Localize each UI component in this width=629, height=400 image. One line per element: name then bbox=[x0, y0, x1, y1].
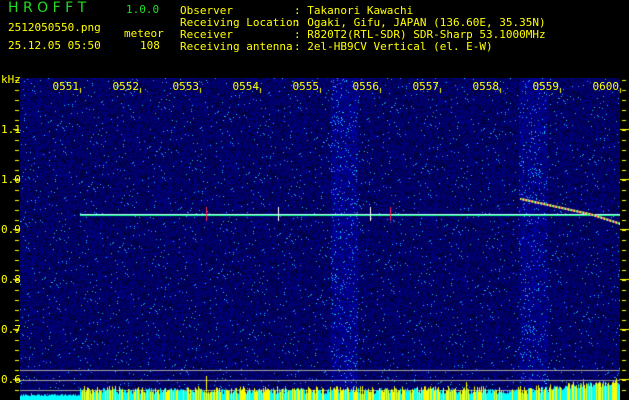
app-title: H R O F F T bbox=[8, 0, 87, 16]
time-label: 0554 bbox=[232, 80, 260, 93]
time-label: 0558 bbox=[472, 80, 500, 93]
antenna-value: : 2el-HB9CV Vertical (el. E-W) bbox=[294, 40, 493, 53]
time-label: 0551 bbox=[52, 80, 80, 93]
time-label: 0553 bbox=[172, 80, 200, 93]
filename: 2512050550.png bbox=[8, 21, 101, 34]
freq-label: 0.7 bbox=[1, 323, 21, 336]
time-label: 0557 bbox=[412, 80, 440, 93]
time-label: 0552 bbox=[112, 80, 140, 93]
freq-label: 1.1 bbox=[1, 123, 21, 136]
freq-label: 0.6 bbox=[1, 373, 21, 386]
datetime: 25.12.05 05:50 bbox=[8, 39, 101, 52]
freq-label: 1.0 bbox=[1, 173, 21, 186]
freq-unit-label: kHz bbox=[1, 73, 21, 86]
spectrogram-canvas bbox=[20, 78, 620, 400]
freq-label: 0.9 bbox=[1, 223, 21, 236]
time-label: 0600 bbox=[592, 80, 620, 93]
freq-label: 0.8 bbox=[1, 273, 21, 286]
time-label: 0559 bbox=[532, 80, 560, 93]
meteor-count: 108 bbox=[140, 39, 160, 52]
antenna-label: Receiving antenna bbox=[180, 40, 293, 53]
time-label: 0556 bbox=[352, 80, 380, 93]
time-label: 0555 bbox=[292, 80, 320, 93]
app-version: 1.0.0 bbox=[126, 3, 160, 16]
